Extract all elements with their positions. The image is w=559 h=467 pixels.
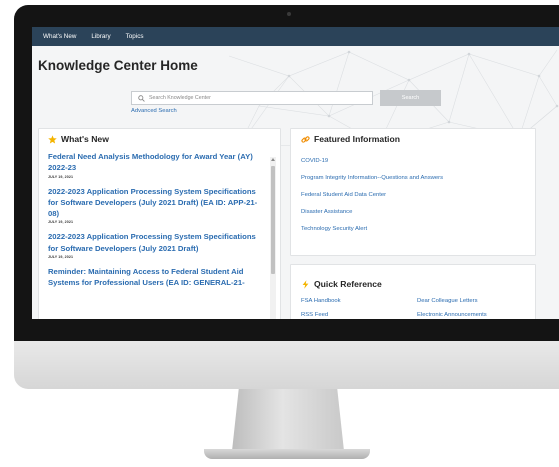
- quick-reference-header: Quick Reference: [291, 273, 535, 295]
- link-icon: [301, 135, 310, 143]
- search-box[interactable]: [131, 91, 373, 105]
- screen: What's New Library Topics Knowledge Cent…: [32, 27, 559, 319]
- quick-link-rss-feed[interactable]: RSS Feed: [301, 312, 417, 318]
- news-item-title[interactable]: 2022-2023 Application Processing System …: [48, 231, 266, 254]
- monitor-stand-neck: [232, 389, 344, 451]
- search-input[interactable]: [149, 95, 359, 101]
- camera-dot: [287, 12, 291, 16]
- featured-link-program-integrity[interactable]: Program Integrity Information--Questions…: [301, 175, 443, 192]
- quick-link-electronic-announcements[interactable]: Electronic Announcements: [417, 312, 531, 318]
- whats-new-title: What's New: [61, 134, 109, 144]
- monitor-stand-foot: [204, 449, 370, 459]
- quick-reference-title: Quick Reference: [314, 279, 382, 289]
- quick-link-dear-colleague[interactable]: Dear Colleague Letters: [417, 298, 531, 304]
- whats-new-card: What's New Federal Need Analysis Methodo…: [38, 128, 281, 319]
- featured-link-security-alert[interactable]: Technology Security Alert: [301, 226, 443, 243]
- monitor-chin: [14, 341, 559, 389]
- featured-link-covid[interactable]: COVID-19: [301, 158, 443, 175]
- list-item: 2022-2023 Application Processing System …: [48, 231, 266, 259]
- news-list: Federal Need Analysis Methodology for Aw…: [48, 151, 266, 296]
- featured-links: COVID-19 Program Integrity Information--…: [301, 158, 443, 243]
- page-title: Knowledge Center Home: [38, 58, 198, 73]
- list-item: Federal Need Analysis Methodology for Aw…: [48, 151, 266, 179]
- news-item-date: JULY 19, 2021: [48, 255, 74, 260]
- scroll-up-arrow-icon[interactable]: [271, 158, 275, 161]
- news-item-title[interactable]: 2022-2023 Application Processing System …: [48, 186, 266, 220]
- featured-information-card: Featured Information COVID-19 Program In…: [290, 128, 536, 256]
- whats-new-header: What's New: [39, 129, 280, 149]
- list-item: 2022-2023 Application Processing System …: [48, 186, 266, 225]
- news-item-date: JULY 19, 2021: [48, 174, 74, 179]
- featured-link-data-center[interactable]: Federal Student Aid Data Center: [301, 192, 443, 209]
- news-item-date: JULY 19, 2021: [48, 220, 74, 225]
- star-icon: [48, 134, 57, 143]
- featured-link-disaster-assistance[interactable]: Disaster Assistance: [301, 209, 443, 226]
- lightning-icon: [302, 279, 309, 289]
- featured-header: Featured Information: [291, 129, 535, 149]
- search-button[interactable]: Search: [380, 90, 441, 106]
- featured-title: Featured Information: [314, 134, 400, 144]
- nav-item-whats-new[interactable]: What's New: [43, 33, 76, 40]
- advanced-search-link[interactable]: Advanced Search: [131, 108, 177, 114]
- nav-item-library[interactable]: Library: [91, 33, 110, 40]
- news-item-title[interactable]: Reminder: Maintaining Access to Federal …: [48, 266, 266, 289]
- top-nav: What's New Library Topics: [32, 27, 559, 46]
- quick-reference-card: Quick Reference FSA Handbook Dear Collea…: [290, 264, 536, 319]
- quick-link-fsa-handbook[interactable]: FSA Handbook: [301, 298, 417, 304]
- quick-reference-links: FSA Handbook Dear Colleague Letters RSS …: [301, 298, 531, 318]
- nav-item-topics[interactable]: Topics: [126, 33, 144, 40]
- news-item-title[interactable]: Federal Need Analysis Methodology for Aw…: [48, 151, 266, 174]
- search-icon: [138, 94, 145, 102]
- list-item: Reminder: Maintaining Access to Federal …: [48, 266, 266, 289]
- news-scrollbar-thumb[interactable]: [271, 166, 275, 274]
